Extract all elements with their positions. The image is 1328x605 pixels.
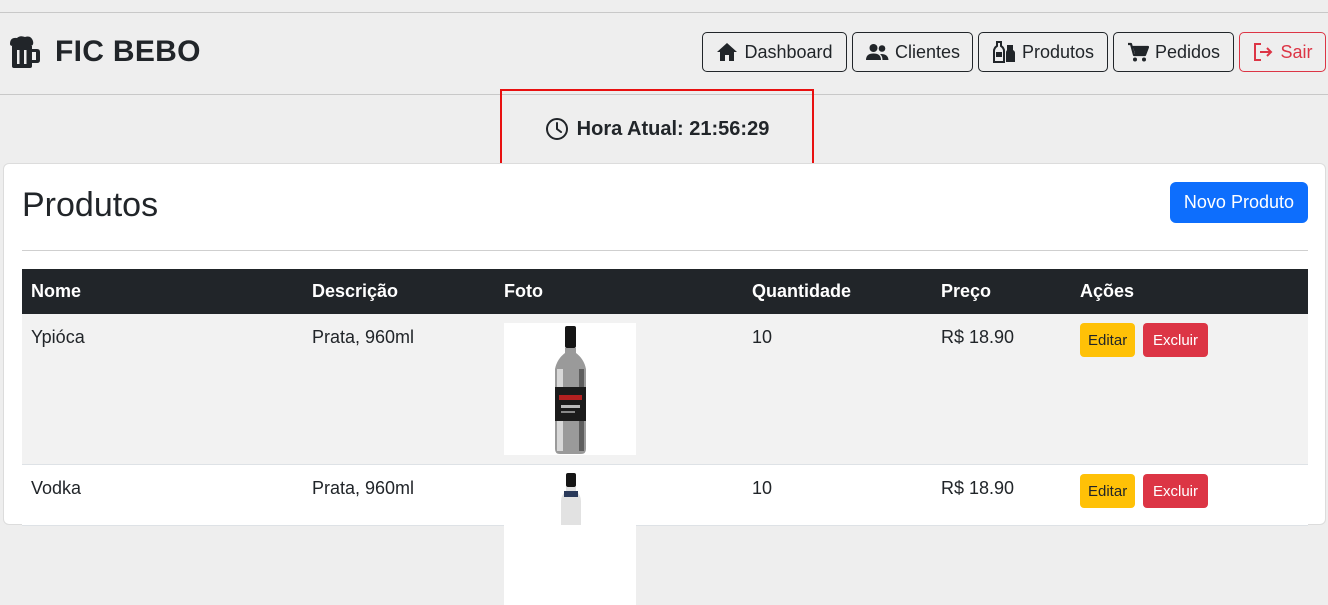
cell-nome: Ypióca [31, 327, 85, 347]
cell-preco: R$ 18.90 [941, 478, 1015, 498]
nav-dashboard-button[interactable]: Dashboard [702, 32, 847, 72]
col-preco: Preço [941, 281, 992, 301]
clock-icon [545, 117, 577, 141]
nav-produtos-button[interactable]: Produtos [978, 32, 1108, 72]
nav-pedidos-label: Pedidos [1154, 41, 1221, 62]
col-descricao: Descrição [312, 281, 399, 301]
col-acoes: Ações [1080, 281, 1135, 301]
table-header: Nome Descrição Foto Quantidade Preço Açõ… [22, 269, 1308, 314]
users-icon [865, 43, 895, 61]
page-title: Produtos [22, 186, 159, 224]
home-icon [716, 42, 744, 62]
product-photo [504, 323, 636, 455]
nav-produtos-label: Produtos [1021, 41, 1095, 62]
delete-button[interactable]: Excluir [1143, 474, 1209, 508]
table-row: Vodka Prata, 960ml 10 R$ 18.90 Editar Ex… [22, 465, 1308, 605]
cell-preco: R$ 18.90 [941, 327, 1015, 347]
products-card: Produtos Novo Produto Nome Descrição Fot… [3, 163, 1326, 605]
title-divider [22, 250, 1308, 251]
navbar: FIC BEBO Dashboard Clientes Produtos Ped… [0, 13, 1328, 95]
cell-descricao: Prata, 960ml [312, 327, 415, 347]
product-photo [504, 473, 636, 605]
nav-dashboard-label: Dashboard [744, 41, 833, 62]
col-foto: Foto [504, 281, 543, 301]
delete-button[interactable]: Excluir [1143, 323, 1209, 357]
nav-clientes-button[interactable]: Clientes [852, 32, 973, 72]
logout-icon [1252, 42, 1280, 62]
logout-button[interactable]: Sair [1239, 32, 1326, 72]
new-product-button[interactable]: Novo Produto [1169, 182, 1308, 223]
logout-label: Sair [1280, 41, 1313, 62]
cell-nome: Vodka [31, 478, 82, 498]
cell-quantidade: 10 [752, 478, 773, 498]
brand-name: FIC BEBO [55, 35, 201, 68]
nav-clientes-label: Clientes [894, 41, 961, 62]
edit-button[interactable]: Editar [1080, 323, 1136, 357]
edit-button[interactable]: Editar [1080, 474, 1136, 508]
col-quantidade: Quantidade [752, 281, 852, 301]
nav-pedidos-button[interactable]: Pedidos [1113, 32, 1234, 72]
nav-menu: Dashboard Clientes Produtos Pedidos Sair [697, 32, 1326, 72]
products-table: Nome Descrição Foto Quantidade Preço Açõ… [22, 269, 1308, 605]
beer-mug-icon [8, 35, 42, 69]
current-time: Hora Atual: 21:56:29 [545, 117, 770, 141]
table-row: Ypióca Prata, 960ml 10 R$ 18.90 Editar E… [22, 314, 1308, 465]
current-time-box: Hora Atual: 21:56:29 [500, 89, 814, 169]
col-nome: Nome [31, 281, 82, 301]
cell-quantidade: 10 [752, 327, 773, 347]
current-time-label: Hora Atual: 21:56:29 [576, 117, 770, 140]
cart-icon [1127, 42, 1155, 62]
cell-descricao: Prata, 960ml [312, 478, 415, 498]
bottles-icon [992, 41, 1022, 63]
brand[interactable]: FIC BEBO [8, 35, 201, 69]
